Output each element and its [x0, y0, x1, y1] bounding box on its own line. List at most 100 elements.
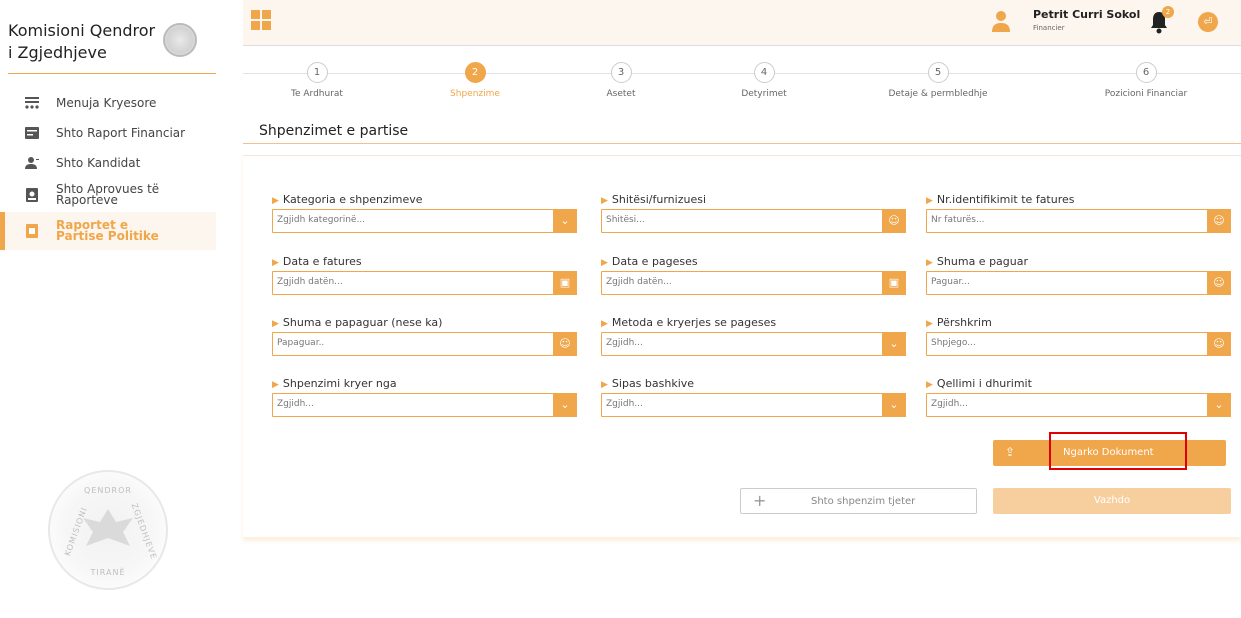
- calendar-icon[interactable]: ▣: [553, 271, 577, 295]
- notification-badge: 2: [1162, 6, 1174, 18]
- category-select[interactable]: Zgjidh kategorinë... ⌄: [272, 209, 577, 233]
- seal-top-text: QENDROR: [84, 486, 132, 495]
- municipality-select[interactable]: Zgjidh... ⌄: [601, 393, 906, 417]
- caret-right-icon: ▶: [272, 380, 279, 390]
- add-expense-label: Shto shpenzim tjeter: [811, 496, 916, 507]
- commission-seal: QENDROR KOMISIONI ZGJEDHJEVE TIRANË: [48, 470, 168, 590]
- spent-by-select[interactable]: Zgjidh... ⌄: [272, 393, 577, 417]
- vendor-input[interactable]: Shitësi... ☺: [601, 209, 906, 233]
- step-label: Detyrimet: [741, 89, 787, 99]
- sidebar-item-shto-raport[interactable]: Shto Raport Financiar: [0, 118, 216, 148]
- brand-divider: [8, 73, 216, 74]
- sidebar-item-raportet-partise[interactable]: Raportet e Partise Politike: [0, 212, 216, 250]
- user-avatar-icon[interactable]: [991, 10, 1011, 34]
- apps-grid-icon[interactable]: [251, 10, 271, 30]
- step-label: Detaje & permbledhje: [888, 89, 988, 99]
- field-placeholder: Zgjidh kategorinë...: [277, 215, 366, 225]
- plus-icon: +: [753, 491, 767, 510]
- field-label: Shitësi/furnizuesi: [611, 193, 707, 206]
- caret-right-icon: ▶: [926, 319, 933, 329]
- description-input[interactable]: Shpjego... ☺: [926, 332, 1231, 356]
- step-label: Te Ardhurat: [291, 89, 343, 99]
- sidebar-item-menuja-kryesore[interactable]: Menuja Kryesore: [0, 88, 216, 118]
- user-icon[interactable]: ☺: [1207, 271, 1231, 295]
- step-6[interactable]: 6 Pozicioni Financiar: [1066, 62, 1226, 99]
- user-icon[interactable]: ☺: [1207, 332, 1231, 356]
- field-sipas-bashkive: ▶ Sipas bashkive Zgjidh... ⌄: [601, 377, 906, 417]
- chevron-down-icon[interactable]: ⌄: [882, 332, 906, 356]
- logout-icon[interactable]: ⏎: [1198, 12, 1218, 32]
- chevron-down-icon[interactable]: ⌄: [1207, 393, 1231, 417]
- app: Komisioni Qendror i Zgjedhjeve Menuja Kr…: [0, 0, 1241, 618]
- invoice-date-input[interactable]: Zgjidh datën... ▣: [272, 271, 577, 295]
- add-user-icon: [25, 156, 39, 170]
- sidebar-item-label: Shto Raport Financiar: [56, 126, 186, 140]
- paid-amount-input[interactable]: Paguar... ☺: [926, 271, 1231, 295]
- field-placeholder: Zgjidh...: [277, 399, 314, 409]
- field-shuma-paguar: ▶ Shuma e paguar Paguar... ☺: [926, 255, 1231, 295]
- donation-purpose-select[interactable]: Zgjidh... ⌄: [926, 393, 1231, 417]
- field-placeholder: Shpjego...: [931, 338, 976, 348]
- caret-right-icon: ▶: [601, 196, 608, 206]
- field-label: Data e fatures: [282, 255, 362, 268]
- party-report-icon: [25, 224, 39, 238]
- step-2[interactable]: 2 Shpenzime: [395, 62, 555, 99]
- field-label: Shuma e paguar: [936, 255, 1029, 268]
- field-placeholder: Zgjidh datën...: [606, 277, 672, 287]
- caret-right-icon: ▶: [926, 380, 933, 390]
- caret-right-icon: ▶: [601, 258, 608, 268]
- caret-right-icon: ▶: [272, 319, 279, 329]
- field-label: Shpenzimi kryer nga: [282, 377, 397, 390]
- caret-right-icon: ▶: [601, 380, 608, 390]
- calendar-icon[interactable]: ▣: [882, 271, 906, 295]
- field-kryer-nga: ▶ Shpenzimi kryer nga Zgjidh... ⌄: [272, 377, 577, 417]
- step-5[interactable]: 5 Detaje & permbledhje: [858, 62, 1018, 99]
- payment-method-select[interactable]: Zgjidh... ⌄: [601, 332, 906, 356]
- field-label: Data e pageses: [611, 255, 698, 268]
- unpaid-amount-input[interactable]: Papaguar.. ☺: [272, 332, 577, 356]
- continue-button[interactable]: Vazhdo: [993, 488, 1231, 514]
- step-number: 6: [1135, 62, 1157, 83]
- field-qellimi-dhurimit: ▶ Qellimi i dhurimit Zgjidh... ⌄: [926, 377, 1231, 417]
- field-label: Kategoria e shpenzimeve: [282, 193, 423, 206]
- user-icon[interactable]: ☺: [1207, 209, 1231, 233]
- step-label: Asetet: [606, 89, 636, 99]
- field-placeholder: Zgjidh...: [606, 338, 643, 348]
- step-4[interactable]: 4 Detyrimet: [684, 62, 844, 99]
- invoice-number-input[interactable]: Nr faturës... ☺: [926, 209, 1231, 233]
- step-label: Pozicioni Financiar: [1104, 89, 1188, 99]
- user-role: Financier: [1033, 24, 1065, 32]
- sidebar-nav: Menuja Kryesore Shto Raport Financiar Sh…: [0, 88, 216, 250]
- step-number: 1: [306, 62, 328, 83]
- field-kategoria: ▶ Kategoria e shpenzimeve Zgjidh kategori…: [272, 193, 577, 233]
- chevron-down-icon[interactable]: ⌄: [553, 393, 577, 417]
- field-placeholder: Zgjidh...: [606, 399, 643, 409]
- chevron-down-icon[interactable]: ⌄: [553, 209, 577, 233]
- caret-right-icon: ▶: [601, 319, 608, 329]
- step-3[interactable]: 3 Asetet: [541, 62, 701, 99]
- chevron-down-icon[interactable]: ⌄: [882, 393, 906, 417]
- sidebar-item-label: Raportet e Partise Politike: [56, 218, 159, 243]
- title-divider: [243, 143, 1241, 144]
- sidebar-item-label: Shto Kandidat: [56, 156, 141, 170]
- sidebar-item-shto-aprovues[interactable]: Shto Aprovues të Raporteve: [0, 178, 216, 212]
- stepper: 1 Te Ardhurat 2 Shpenzime 3 Asetet 4 Det…: [243, 62, 1241, 110]
- user-icon[interactable]: ☺: [882, 209, 906, 233]
- caret-right-icon: ▶: [926, 258, 933, 268]
- highlight-box: [1049, 432, 1187, 470]
- sidebar-item-label: Menuja Kryesore: [56, 96, 157, 110]
- topbar: Petrit Curri Sokol Financier 2 ⏎: [243, 0, 1241, 46]
- field-data-fatures: ▶ Data e fatures Zgjidh datën... ▣: [272, 255, 577, 295]
- sidebar-item-shto-kandidat[interactable]: Shto Kandidat: [0, 148, 216, 178]
- payment-date-input[interactable]: Zgjidh datën... ▣: [601, 271, 906, 295]
- commission-logo: [163, 23, 197, 57]
- report-icon: [25, 126, 39, 140]
- step-1[interactable]: 1 Te Ardhurat: [237, 62, 397, 99]
- upload-icon: ⇪: [1005, 445, 1016, 459]
- add-expense-button[interactable]: + Shto shpenzim tjeter: [740, 488, 977, 514]
- user-name: Petrit Curri Sokol: [1033, 8, 1141, 21]
- field-label: Metoda e kryerjes se pageses: [611, 316, 777, 329]
- field-label: Përshkrim: [936, 316, 992, 329]
- page-title: Shpenzimet e partise: [259, 123, 409, 139]
- user-icon[interactable]: ☺: [553, 332, 577, 356]
